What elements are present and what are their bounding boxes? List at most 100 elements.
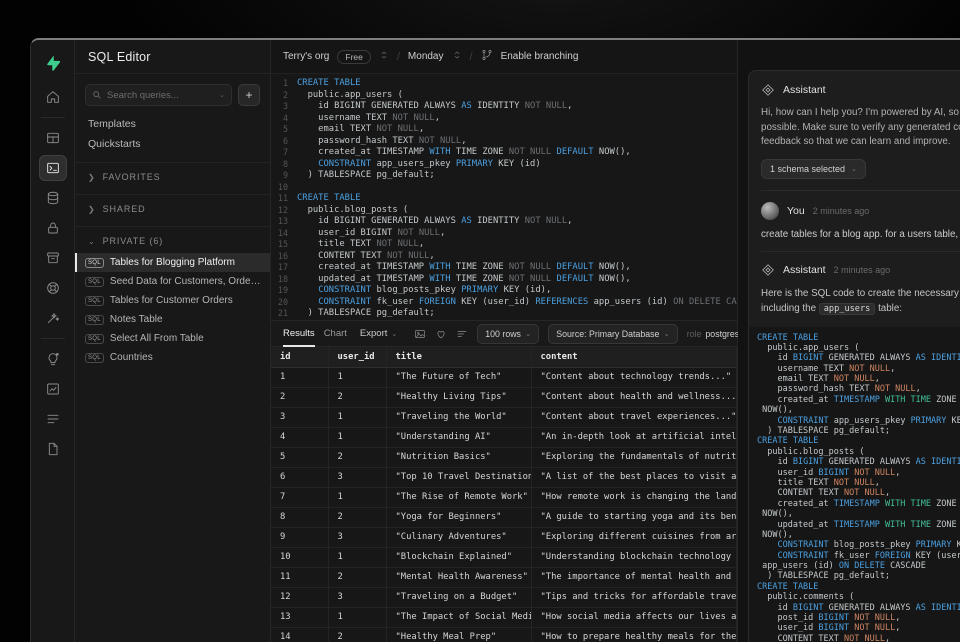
table-cell: "The Impact of Social Media" bbox=[386, 607, 531, 627]
enable-branching-button[interactable]: Enable branching bbox=[501, 51, 579, 62]
section-private[interactable]: ⌄ PRIVATE (6) bbox=[75, 226, 270, 250]
assistant-code-line: CREATE TABLE bbox=[757, 333, 960, 343]
search-queries-input[interactable]: Search queries... ⌄ bbox=[85, 84, 232, 106]
realtime-icon[interactable] bbox=[39, 305, 67, 331]
table-row[interactable]: 131"The Impact of Social Media""How soci… bbox=[271, 607, 737, 627]
query-list-item[interactable]: SQLSelect All From Table bbox=[75, 329, 270, 348]
sql-editor-icon[interactable] bbox=[39, 155, 67, 181]
search-history-chevron-icon[interactable]: ⌄ bbox=[219, 91, 225, 99]
logs-list-icon[interactable] bbox=[39, 406, 67, 432]
reports-chart-icon[interactable] bbox=[39, 376, 67, 402]
editor-line: 21 ) TABLESPACE pg_default; bbox=[271, 308, 737, 320]
table-row[interactable]: 22"Healthy Living Tips""Content about he… bbox=[271, 387, 737, 407]
table-row[interactable]: 31"Traveling the World""Content about tr… bbox=[271, 407, 737, 427]
table-cell: "Traveling the World" bbox=[386, 407, 531, 427]
table-cell: 2 bbox=[271, 387, 328, 407]
assistant-code-line: CREATE TABLE bbox=[757, 436, 960, 446]
assistant-code-line: post_id BIGINT NOT NULL, bbox=[757, 613, 960, 623]
table-row[interactable]: 101"Blockchain Explained""Understanding … bbox=[271, 547, 737, 567]
table-cell: 1 bbox=[271, 367, 328, 387]
org-switcher-chevrons-icon[interactable] bbox=[379, 50, 389, 63]
assistant-name: Assistant bbox=[783, 264, 826, 276]
query-list-item[interactable]: SQLTables for Customer Orders bbox=[75, 291, 270, 310]
sql-code-editor[interactable]: 1CREATE TABLE2 public.app_users (3 id BI… bbox=[271, 74, 737, 320]
section-favorites[interactable]: ❯ FAVORITES bbox=[75, 162, 270, 186]
query-list-item[interactable]: SQLSeed Data for Customers, Orders, and … bbox=[75, 272, 270, 291]
editor-line: 17 created_at TIMESTAMP WITH TIME ZONE N… bbox=[271, 262, 737, 274]
table-row[interactable]: 112"Mental Health Awareness""The importa… bbox=[271, 567, 737, 587]
table-cell: "Blockchain Explained" bbox=[386, 547, 531, 567]
heart-icon[interactable] bbox=[435, 328, 447, 340]
editor-line: 10 bbox=[271, 182, 737, 194]
editor-line: 13 id BIGINT GENERATED ALWAYS AS IDENTIT… bbox=[271, 216, 737, 228]
query-list-item[interactable]: SQLCountries bbox=[75, 348, 270, 367]
org-name[interactable]: Terry's org bbox=[283, 51, 329, 62]
assistant-code-line: NOW(), bbox=[757, 405, 960, 415]
column-header[interactable]: content bbox=[531, 347, 737, 367]
table-cell: 3 bbox=[271, 407, 328, 427]
tab-chart[interactable]: Chart bbox=[324, 320, 347, 347]
table-cell: 1 bbox=[328, 427, 386, 447]
tab-results[interactable]: Results bbox=[283, 320, 315, 347]
editor-line: 2 public.app_users ( bbox=[271, 90, 737, 102]
table-row[interactable]: 123"Traveling on a Budget""Tips and tric… bbox=[271, 587, 737, 607]
table-row[interactable]: 52"Nutrition Basics""Exploring the funda… bbox=[271, 447, 737, 467]
assistant-code-line: user_id BIGINT NOT NULL, bbox=[757, 623, 960, 633]
table-cell: "Content about health and wellness..." bbox=[531, 387, 737, 407]
sql-badge-icon: SQL bbox=[85, 353, 104, 363]
editor-line: 18 updated_at TIMESTAMP WITH TIME ZONE N… bbox=[271, 274, 737, 286]
table-cell: 1 bbox=[328, 407, 386, 427]
api-docs-file-icon[interactable] bbox=[39, 436, 67, 462]
sidebar-item-templates[interactable]: Templates bbox=[75, 114, 270, 134]
sidebar-item-quickstarts[interactable]: Quickstarts bbox=[75, 134, 270, 154]
query-list-item[interactable]: SQLTables for Blogging Platform bbox=[75, 253, 270, 272]
user-message: create tables for a blog app. for a user… bbox=[761, 229, 960, 240]
project-switcher-chevrons-icon[interactable] bbox=[452, 50, 462, 63]
project-name[interactable]: Monday bbox=[408, 51, 444, 62]
query-item-label: Seed Data for Customers, Orders, and Rec… bbox=[110, 276, 262, 287]
editor-line: 16 CONTENT TEXT NOT NULL, bbox=[271, 251, 737, 263]
table-cell: 7 bbox=[271, 487, 328, 507]
image-icon[interactable] bbox=[414, 328, 426, 340]
database-icon[interactable] bbox=[39, 185, 67, 211]
table-cell: 13 bbox=[271, 607, 328, 627]
table-cell: "Culinary Adventures" bbox=[386, 527, 531, 547]
table-cell: "How remote work is changing the landsca… bbox=[531, 487, 737, 507]
sql-badge-icon: SQL bbox=[85, 334, 104, 344]
assistant-code-line: id BIGINT GENERATED ALWAYS AS IDENTITY N… bbox=[757, 457, 960, 467]
table-cell: "A guide to starting yoga and its benefi… bbox=[531, 507, 737, 527]
schema-selected-dropdown[interactable]: 1 schema selected⌄ bbox=[761, 159, 866, 179]
text-align-icon[interactable] bbox=[456, 328, 468, 340]
table-row[interactable]: 82"Yoga for Beginners""A guide to starti… bbox=[271, 507, 737, 527]
advisors-lightbulb-icon[interactable] bbox=[39, 346, 67, 372]
table-row[interactable]: 11"The Future of Tech""Content about tec… bbox=[271, 367, 737, 387]
table-row[interactable]: 71"The Rise of Remote Work""How remote w… bbox=[271, 487, 737, 507]
section-shared[interactable]: ❯ SHARED bbox=[75, 194, 270, 218]
column-header[interactable]: user_id bbox=[328, 347, 386, 367]
private-queries-list: SQLTables for Blogging PlatformSQLSeed D… bbox=[75, 253, 270, 367]
assistant-code-line: username TEXT NOT NULL, bbox=[757, 364, 960, 374]
user-name: You bbox=[787, 205, 805, 217]
search-placeholder: Search queries... bbox=[107, 90, 214, 101]
table-row[interactable]: 63"Top 10 Travel Destinations""A list of… bbox=[271, 467, 737, 487]
column-header[interactable]: id bbox=[271, 347, 328, 367]
auth-lock-icon[interactable] bbox=[39, 215, 67, 241]
query-list-item[interactable]: SQL Notes Table bbox=[75, 310, 270, 329]
column-header[interactable]: title bbox=[386, 347, 531, 367]
source-database-select[interactable]: Source: Primary Database⌄ bbox=[548, 324, 677, 344]
home-icon[interactable] bbox=[39, 84, 67, 110]
rows-limit-select[interactable]: 100 rows⌄ bbox=[477, 324, 539, 344]
table-cell: 2 bbox=[328, 567, 386, 587]
table-editor-icon[interactable] bbox=[39, 125, 67, 151]
sql-badge-icon: SQL bbox=[85, 315, 104, 325]
results-toolbar: Results Chart Export⌄ 100 rows⌄ Source: … bbox=[271, 320, 737, 347]
new-query-button[interactable]: + bbox=[238, 84, 260, 106]
edge-functions-icon[interactable] bbox=[39, 275, 67, 301]
table-row[interactable]: 41"Understanding AI""An in-depth look at… bbox=[271, 427, 737, 447]
storage-icon[interactable] bbox=[39, 245, 67, 271]
table-row[interactable]: 93"Culinary Adventures""Exploring differ… bbox=[271, 527, 737, 547]
assistant-code-line: ) TABLESPACE pg_default; bbox=[757, 571, 960, 581]
rail-divider bbox=[41, 117, 65, 118]
query-item-label: Notes Table bbox=[110, 314, 163, 325]
export-button[interactable]: Export⌄ bbox=[360, 328, 397, 339]
